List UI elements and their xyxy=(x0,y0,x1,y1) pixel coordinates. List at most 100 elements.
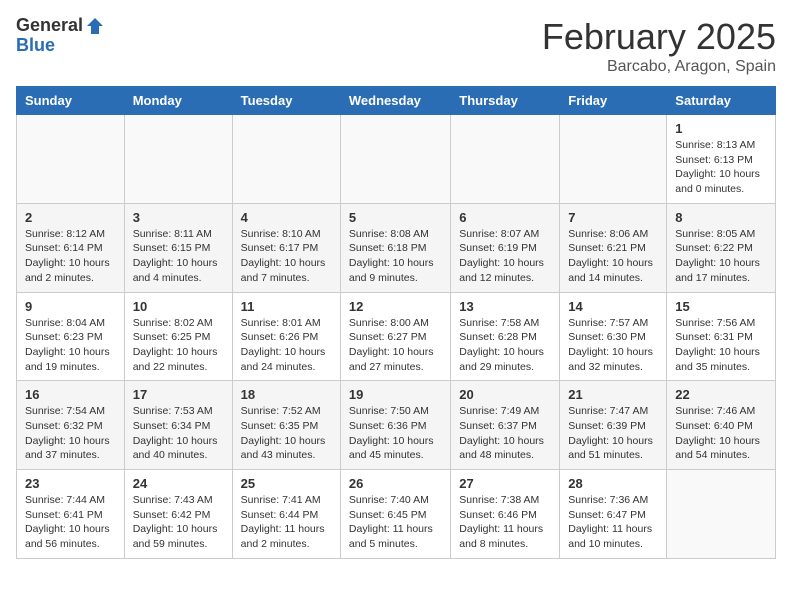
col-header-friday: Friday xyxy=(560,87,667,115)
day-info: Sunrise: 8:07 AM Sunset: 6:19 PM Dayligh… xyxy=(459,227,551,286)
day-info: Sunrise: 8:06 AM Sunset: 6:21 PM Dayligh… xyxy=(568,227,658,286)
day-number: 1 xyxy=(675,121,767,136)
day-info: Sunrise: 7:46 AM Sunset: 6:40 PM Dayligh… xyxy=(675,404,767,463)
day-number: 8 xyxy=(675,210,767,225)
day-info: Sunrise: 7:50 AM Sunset: 6:36 PM Dayligh… xyxy=(349,404,442,463)
calendar-cell: 25 Sunrise: 7:41 AM Sunset: 6:44 PM Dayli… xyxy=(232,470,340,559)
day-number: 14 xyxy=(568,299,658,314)
calendar-cell: 14 Sunrise: 7:57 AM Sunset: 6:30 PM Dayli… xyxy=(560,292,667,381)
calendar-cell: 18 Sunrise: 7:52 AM Sunset: 6:35 PM Dayli… xyxy=(232,381,340,470)
calendar-cell: 2 Sunrise: 8:12 AM Sunset: 6:14 PM Daylig… xyxy=(17,203,125,292)
day-info: Sunrise: 7:36 AM Sunset: 6:47 PM Dayligh… xyxy=(568,493,658,552)
day-number: 21 xyxy=(568,387,658,402)
day-number: 19 xyxy=(349,387,442,402)
day-info: Sunrise: 8:01 AM Sunset: 6:26 PM Dayligh… xyxy=(241,316,332,375)
day-number: 2 xyxy=(25,210,116,225)
col-header-monday: Monday xyxy=(124,87,232,115)
day-number: 10 xyxy=(133,299,224,314)
col-header-thursday: Thursday xyxy=(451,87,560,115)
day-info: Sunrise: 7:49 AM Sunset: 6:37 PM Dayligh… xyxy=(459,404,551,463)
calendar-cell xyxy=(340,115,450,204)
col-header-sunday: Sunday xyxy=(17,87,125,115)
calendar-cell: 26 Sunrise: 7:40 AM Sunset: 6:45 PM Dayli… xyxy=(340,470,450,559)
day-number: 26 xyxy=(349,476,442,491)
calendar-cell: 1Sunrise: 8:13 AM Sunset: 6:13 PM Daylig… xyxy=(667,115,776,204)
calendar-cell xyxy=(451,115,560,204)
logo: General Blue xyxy=(16,16,105,56)
day-number: 16 xyxy=(25,387,116,402)
calendar-cell: 23 Sunrise: 7:44 AM Sunset: 6:41 PM Dayli… xyxy=(17,470,125,559)
day-info: Sunrise: 8:11 AM Sunset: 6:15 PM Dayligh… xyxy=(133,227,224,286)
day-number: 20 xyxy=(459,387,551,402)
calendar-cell: 10Sunrise: 8:02 AM Sunset: 6:25 PM Dayli… xyxy=(124,292,232,381)
calendar-cell xyxy=(667,470,776,559)
calendar-cell: 9Sunrise: 8:04 AM Sunset: 6:23 PM Daylig… xyxy=(17,292,125,381)
month-title: February 2025 xyxy=(542,16,776,58)
day-info: Sunrise: 8:08 AM Sunset: 6:18 PM Dayligh… xyxy=(349,227,442,286)
calendar-cell: 28Sunrise: 7:36 AM Sunset: 6:47 PM Dayli… xyxy=(560,470,667,559)
day-info: Sunrise: 7:54 AM Sunset: 6:32 PM Dayligh… xyxy=(25,404,116,463)
calendar-cell: 24Sunrise: 7:43 AM Sunset: 6:42 PM Dayli… xyxy=(124,470,232,559)
calendar-week-row: 2 Sunrise: 8:12 AM Sunset: 6:14 PM Daylig… xyxy=(17,203,776,292)
calendar-cell xyxy=(17,115,125,204)
calendar-cell: 19 Sunrise: 7:50 AM Sunset: 6:36 PM Dayli… xyxy=(340,381,450,470)
day-info: Sunrise: 7:52 AM Sunset: 6:35 PM Dayligh… xyxy=(241,404,332,463)
day-info: Sunrise: 7:56 AM Sunset: 6:31 PM Dayligh… xyxy=(675,316,767,375)
day-number: 7 xyxy=(568,210,658,225)
day-number: 3 xyxy=(133,210,224,225)
day-number: 11 xyxy=(241,299,332,314)
calendar-cell: 7 Sunrise: 8:06 AM Sunset: 6:21 PM Daylig… xyxy=(560,203,667,292)
day-info: Sunrise: 7:41 AM Sunset: 6:44 PM Dayligh… xyxy=(241,493,332,552)
title-block: February 2025 Barcabo, Aragon, Spain xyxy=(542,16,776,76)
day-number: 23 xyxy=(25,476,116,491)
calendar-cell: 20 Sunrise: 7:49 AM Sunset: 6:37 PM Dayli… xyxy=(451,381,560,470)
col-header-saturday: Saturday xyxy=(667,87,776,115)
calendar-week-row: 9Sunrise: 8:04 AM Sunset: 6:23 PM Daylig… xyxy=(17,292,776,381)
day-info: Sunrise: 7:44 AM Sunset: 6:41 PM Dayligh… xyxy=(25,493,116,552)
calendar-cell: 12Sunrise: 8:00 AM Sunset: 6:27 PM Dayli… xyxy=(340,292,450,381)
col-header-tuesday: Tuesday xyxy=(232,87,340,115)
day-number: 25 xyxy=(241,476,332,491)
page-header: General Blue February 2025 Barcabo, Arag… xyxy=(16,16,776,76)
calendar-cell: 5 Sunrise: 8:08 AM Sunset: 6:18 PM Daylig… xyxy=(340,203,450,292)
calendar-cell: 8 Sunrise: 8:05 AM Sunset: 6:22 PM Daylig… xyxy=(667,203,776,292)
calendar-week-row: 23 Sunrise: 7:44 AM Sunset: 6:41 PM Dayli… xyxy=(17,470,776,559)
calendar-cell: 6Sunrise: 8:07 AM Sunset: 6:19 PM Daylig… xyxy=(451,203,560,292)
col-header-wednesday: Wednesday xyxy=(340,87,450,115)
day-info: Sunrise: 7:47 AM Sunset: 6:39 PM Dayligh… xyxy=(568,404,658,463)
day-info: Sunrise: 7:57 AM Sunset: 6:30 PM Dayligh… xyxy=(568,316,658,375)
day-info: Sunrise: 8:12 AM Sunset: 6:14 PM Dayligh… xyxy=(25,227,116,286)
day-info: Sunrise: 7:40 AM Sunset: 6:45 PM Dayligh… xyxy=(349,493,442,552)
calendar-cell xyxy=(124,115,232,204)
logo-general-text: General xyxy=(16,16,83,36)
day-number: 18 xyxy=(241,387,332,402)
calendar-cell: 16 Sunrise: 7:54 AM Sunset: 6:32 PM Dayli… xyxy=(17,381,125,470)
calendar-cell: 17 Sunrise: 7:53 AM Sunset: 6:34 PM Dayli… xyxy=(124,381,232,470)
day-number: 17 xyxy=(133,387,224,402)
day-info: Sunrise: 7:58 AM Sunset: 6:28 PM Dayligh… xyxy=(459,316,551,375)
day-number: 24 xyxy=(133,476,224,491)
logo-icon xyxy=(85,16,105,36)
logo-blue-text: Blue xyxy=(16,36,105,56)
day-number: 22 xyxy=(675,387,767,402)
day-info: Sunrise: 8:04 AM Sunset: 6:23 PM Dayligh… xyxy=(25,316,116,375)
calendar-cell: 3 Sunrise: 8:11 AM Sunset: 6:15 PM Daylig… xyxy=(124,203,232,292)
calendar-cell: 27 Sunrise: 7:38 AM Sunset: 6:46 PM Dayli… xyxy=(451,470,560,559)
calendar-cell: 15 Sunrise: 7:56 AM Sunset: 6:31 PM Dayli… xyxy=(667,292,776,381)
day-info: Sunrise: 7:38 AM Sunset: 6:46 PM Dayligh… xyxy=(459,493,551,552)
day-info: Sunrise: 8:05 AM Sunset: 6:22 PM Dayligh… xyxy=(675,227,767,286)
calendar-cell: 21 Sunrise: 7:47 AM Sunset: 6:39 PM Dayli… xyxy=(560,381,667,470)
day-number: 4 xyxy=(241,210,332,225)
calendar-cell: 22 Sunrise: 7:46 AM Sunset: 6:40 PM Dayli… xyxy=(667,381,776,470)
day-info: Sunrise: 8:10 AM Sunset: 6:17 PM Dayligh… xyxy=(241,227,332,286)
calendar-cell xyxy=(560,115,667,204)
day-info: Sunrise: 8:00 AM Sunset: 6:27 PM Dayligh… xyxy=(349,316,442,375)
calendar-cell: 4 Sunrise: 8:10 AM Sunset: 6:17 PM Daylig… xyxy=(232,203,340,292)
calendar-cell: 11 Sunrise: 8:01 AM Sunset: 6:26 PM Dayli… xyxy=(232,292,340,381)
day-number: 27 xyxy=(459,476,551,491)
day-number: 5 xyxy=(349,210,442,225)
day-number: 13 xyxy=(459,299,551,314)
day-info: Sunrise: 7:53 AM Sunset: 6:34 PM Dayligh… xyxy=(133,404,224,463)
calendar-table: SundayMondayTuesdayWednesdayThursdayFrid… xyxy=(16,86,776,559)
day-number: 15 xyxy=(675,299,767,314)
